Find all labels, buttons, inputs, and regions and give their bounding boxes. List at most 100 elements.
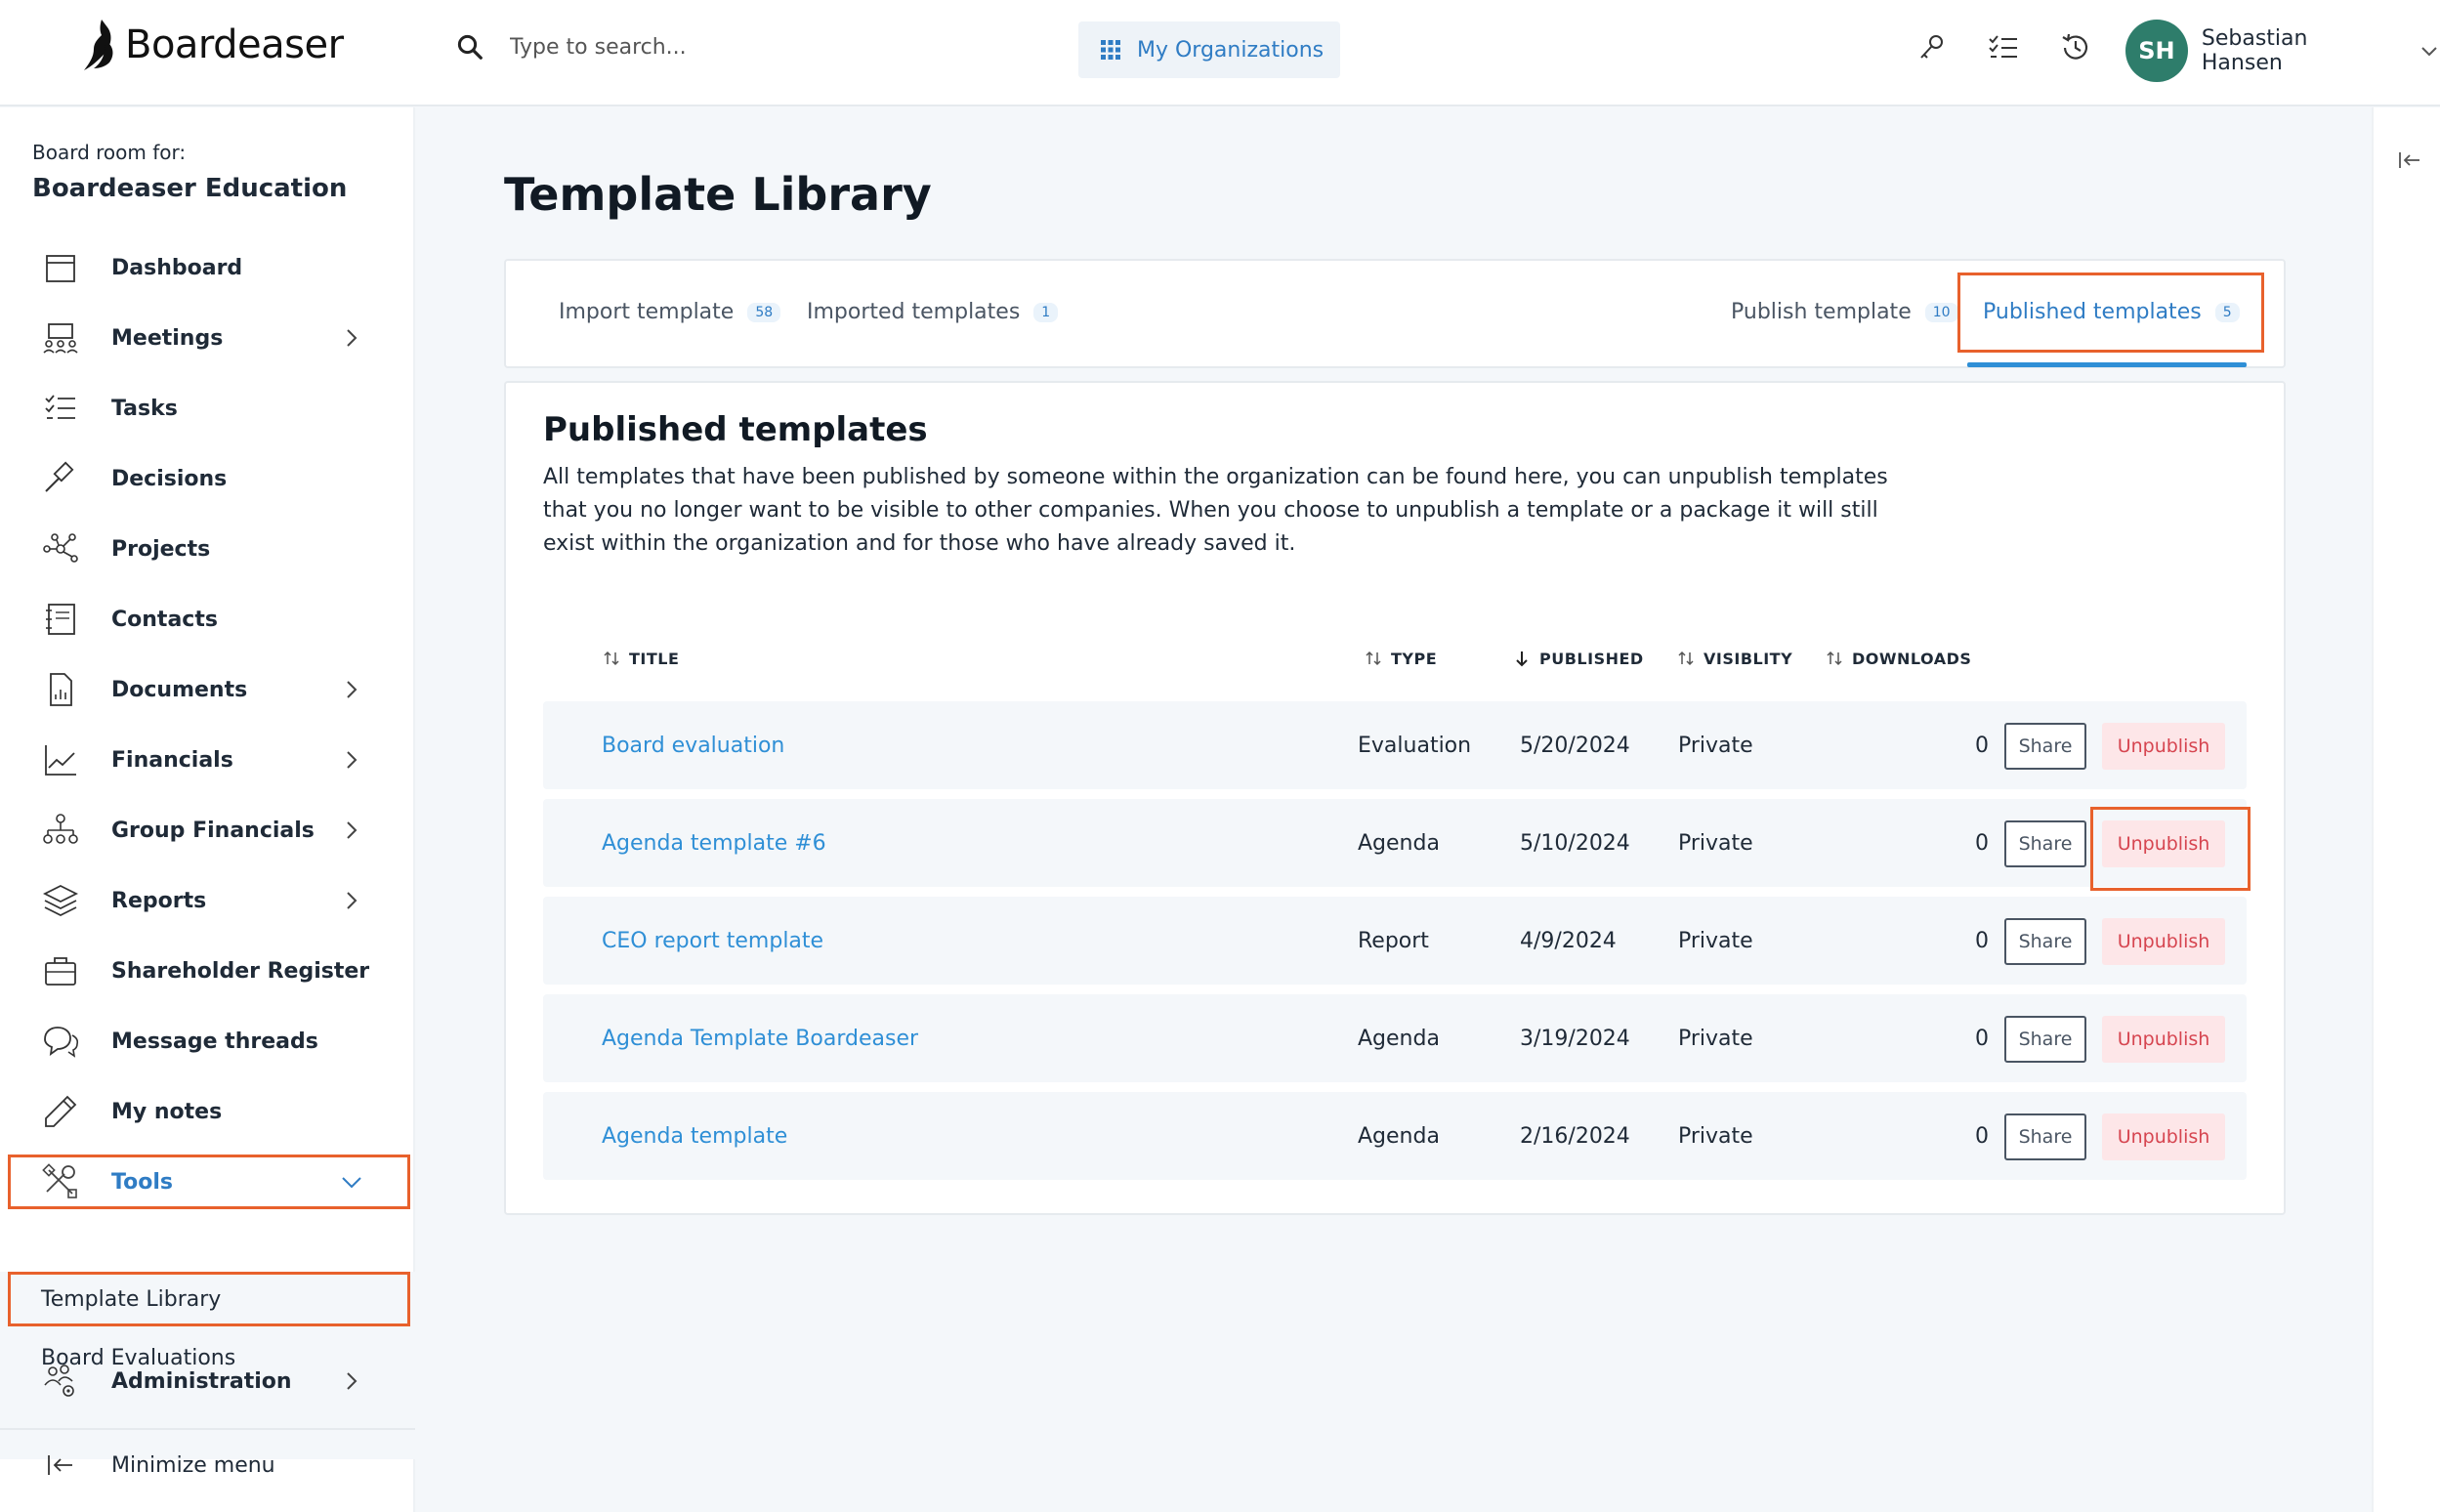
active-tab-highlight xyxy=(1957,273,2264,353)
sidebar-item-financials[interactable]: Financials xyxy=(8,733,410,787)
template-published-date: 2/16/2024 xyxy=(1520,1123,1630,1149)
my-organizations-label: My Organizations xyxy=(1137,37,1325,63)
template-title-link[interactable]: Agenda template xyxy=(602,1092,787,1180)
share-button[interactable]: Share xyxy=(2004,723,2086,770)
template-title-link[interactable]: Board evaluation xyxy=(602,701,784,789)
board-room-name: Boardeaser Education xyxy=(32,174,348,203)
sidebar-item-reports[interactable]: Reports xyxy=(8,873,410,928)
template-type: Evaluation xyxy=(1358,733,1472,758)
minimize-menu-button[interactable]: Minimize menu xyxy=(8,1438,410,1492)
checklist-icon xyxy=(45,395,75,419)
chevron-right-icon xyxy=(347,892,358,909)
checklist-icon[interactable] xyxy=(1987,31,2020,64)
sidebar-item-label: Contacts xyxy=(111,607,218,632)
pencil-icon xyxy=(45,1095,77,1127)
document-icon xyxy=(50,673,72,706)
sidebar-item-label: My notes xyxy=(111,1099,223,1124)
template-published-date: 5/10/2024 xyxy=(1520,830,1630,856)
sidebar-item-dashboard[interactable]: Dashboard xyxy=(8,240,410,295)
section-description: All templates that have been published b… xyxy=(543,465,1888,556)
tab-label: Publish template xyxy=(1731,300,1912,324)
sidebar-item-label: Decisions xyxy=(111,466,228,491)
briefcase-icon xyxy=(45,957,76,986)
tab-count-badge: 58 xyxy=(747,302,781,322)
share-button[interactable]: Share xyxy=(2004,1113,2086,1160)
unpublish-button[interactable]: Unpublish xyxy=(2102,723,2225,770)
sort-icon xyxy=(1366,651,1381,666)
tab-label: Imported templates xyxy=(807,300,1021,324)
column-header-downloads[interactable]: DOWNLOADS xyxy=(1825,649,1971,668)
sidebar-item-label: Administration xyxy=(111,1368,292,1394)
chevron-down-icon xyxy=(342,1177,361,1189)
contacts-icon xyxy=(46,604,75,635)
sidebar-subitem-template-library[interactable]: Template Library xyxy=(8,1272,410,1326)
sidebar-item-contacts[interactable]: Contacts xyxy=(8,592,410,647)
logo[interactable]: Boardeaser xyxy=(80,18,344,72)
top-icons xyxy=(1914,31,2092,64)
sidebar-item-message-threads[interactable]: Message threads xyxy=(8,1014,410,1069)
search-bar xyxy=(455,32,920,62)
published-templates-panel: Published templates All templates that h… xyxy=(504,381,2286,1215)
column-header-title[interactable]: TITLE xyxy=(602,649,679,668)
unpublish-button[interactable]: Unpublish xyxy=(2102,1113,2225,1160)
collapse-left-icon[interactable] xyxy=(2395,147,2422,174)
users-gear-icon xyxy=(44,1365,74,1397)
template-visibility: Private xyxy=(1678,733,1753,758)
key-icon[interactable] xyxy=(1914,31,1948,64)
user-menu[interactable]: SH Sebastian Hansen xyxy=(2125,20,2440,82)
sidebar-item-projects[interactable]: Projects xyxy=(8,522,410,576)
tab-publish-template[interactable]: Publish template 10 xyxy=(1731,300,1958,324)
share-button[interactable]: Share xyxy=(2004,820,2086,867)
sidebar-item-documents[interactable]: Documents xyxy=(8,662,410,717)
template-downloads: 0 xyxy=(1975,928,1989,953)
template-visibility: Private xyxy=(1678,928,1753,953)
tab-label: Import template xyxy=(559,300,735,324)
template-title-link[interactable]: CEO report template xyxy=(602,897,823,985)
sidebar-item-decisions[interactable]: Decisions xyxy=(8,451,410,506)
sidebar-subitem-label: Template Library xyxy=(41,1286,222,1312)
sidebar-item-tasks[interactable]: Tasks xyxy=(8,381,410,436)
template-published-date: 3/19/2024 xyxy=(1520,1026,1630,1051)
sidebar-item-my-notes[interactable]: My notes xyxy=(8,1084,410,1139)
tab-count-badge: 10 xyxy=(1924,302,1958,322)
template-title-link[interactable]: Agenda template #6 xyxy=(602,799,826,887)
column-header-visibility[interactable]: VISIBLITY xyxy=(1676,649,1792,668)
template-type: Agenda xyxy=(1358,1123,1440,1149)
sidebar-item-label: Dashboard xyxy=(111,255,243,280)
tab-import-template[interactable]: Import template 58 xyxy=(559,300,781,324)
history-icon[interactable] xyxy=(2059,31,2092,64)
table-row: Agenda template #6 Agenda 5/10/2024 Priv… xyxy=(543,799,2251,891)
sidebar-item-group-financials[interactable]: Group Financials xyxy=(8,803,410,858)
sidebar-item-tools[interactable]: Tools xyxy=(8,1155,410,1209)
sidebar-item-label: Group Financials xyxy=(111,818,315,843)
template-title-link[interactable]: Agenda Template Boardeaser xyxy=(602,994,918,1082)
sidebar-item-administration[interactable]: Administration xyxy=(8,1354,410,1408)
sidebar-item-label: Meetings xyxy=(111,325,224,351)
template-type: Agenda xyxy=(1358,830,1440,856)
unpublish-button[interactable]: Unpublish xyxy=(2102,1016,2225,1063)
share-button[interactable]: Share xyxy=(2004,1016,2086,1063)
sort-icon xyxy=(1827,651,1842,666)
tab-imported-templates[interactable]: Imported templates 1 xyxy=(807,300,1059,324)
sidebar-item-shareholder-register[interactable]: Shareholder Register xyxy=(8,944,410,998)
chevron-right-icon xyxy=(347,821,358,839)
template-downloads: 0 xyxy=(1975,1026,1989,1051)
share-button[interactable]: Share xyxy=(2004,918,2086,965)
column-header-type[interactable]: TYPE xyxy=(1364,649,1437,668)
search-input[interactable] xyxy=(510,34,920,60)
unpublish-button[interactable]: Unpublish xyxy=(2102,918,2225,965)
template-downloads: 0 xyxy=(1975,830,1989,856)
table-row: Board evaluation Evaluation 5/20/2024 Pr… xyxy=(543,701,2247,789)
chevron-down-icon xyxy=(2421,47,2437,57)
template-published-date: 4/9/2024 xyxy=(1520,928,1617,953)
gavel-icon xyxy=(45,461,74,492)
tab-count-badge: 1 xyxy=(1033,302,1059,322)
column-header-published[interactable]: PUBLISHED xyxy=(1512,649,1644,668)
table-row: Agenda template Agenda 2/16/2024 Private… xyxy=(543,1092,2247,1180)
table-row: CEO report template Report 4/9/2024 Priv… xyxy=(543,897,2247,985)
template-downloads: 0 xyxy=(1975,1123,1989,1149)
my-organizations-button[interactable]: My Organizations xyxy=(1078,21,1340,78)
layers-icon xyxy=(42,884,79,917)
section-title: Published templates xyxy=(543,410,928,449)
sidebar-item-meetings[interactable]: Meetings xyxy=(8,311,410,365)
